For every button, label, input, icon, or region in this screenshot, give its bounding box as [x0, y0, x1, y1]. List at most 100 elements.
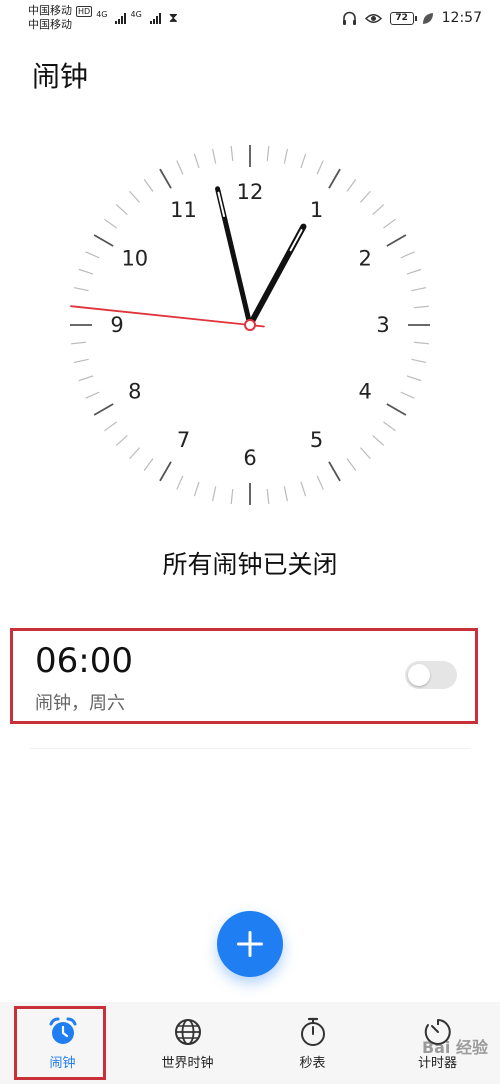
hour-tick [386, 403, 407, 416]
watermark: Bai 经验 [421, 1038, 488, 1057]
minute-tick [193, 153, 200, 169]
minute-tick [70, 341, 86, 345]
clock-center-cap [244, 319, 256, 331]
hourglass-icon: ⧗ [168, 10, 178, 26]
page-title: 闹钟 [32, 60, 89, 93]
analog-clock: 121234567891011 [70, 145, 430, 505]
minute-tick [230, 489, 234, 505]
minute-tick [176, 475, 184, 490]
minute-tick [266, 145, 270, 161]
second-hand [70, 305, 265, 328]
clock-numeral: 4 [358, 380, 371, 404]
clock-numeral: 5 [310, 428, 323, 452]
minute-tick [78, 268, 94, 275]
minute-tick [230, 145, 234, 161]
status-bar: 中国移动 HD 中国移动 4G 4G ⧗ 72 12:57 [0, 0, 500, 36]
active-tab-highlight [14, 1006, 106, 1080]
minute-tick [283, 486, 289, 502]
minute-tick [266, 489, 270, 505]
carrier-1: 中国移动 [28, 4, 72, 17]
alarm-time: 06:00 [35, 641, 133, 681]
minute-tick [359, 190, 371, 203]
minute-tick [85, 251, 100, 259]
minute-tick [104, 218, 117, 229]
signal-icon-1 [115, 12, 127, 24]
hour-hand-marker [289, 229, 303, 252]
minute-tick [406, 268, 422, 275]
minute-tick [300, 481, 307, 497]
hd-badge: HD [76, 5, 93, 17]
minute-tick [372, 434, 385, 446]
toggle-knob [408, 664, 430, 686]
status-right: 72 12:57 [342, 10, 482, 26]
signal-icon-2 [149, 12, 161, 24]
leaf-icon [422, 12, 433, 24]
minute-tick [316, 475, 324, 490]
alarm-item[interactable]: 06:00 闹钟，周六 [10, 628, 478, 724]
clock-numeral: 8 [128, 380, 141, 404]
minute-tick [359, 447, 371, 460]
minute-tick [346, 179, 357, 192]
minute-tick [414, 341, 430, 345]
plus-icon [237, 931, 263, 957]
minute-tick [211, 148, 217, 164]
hour-tick [328, 168, 341, 189]
alarm-description: 闹钟，周六 [35, 693, 125, 714]
clock-numeral: 2 [358, 247, 371, 271]
carrier-info: 中国移动 HD 中国移动 [28, 4, 93, 32]
eye-icon [364, 13, 382, 23]
clock-numeral: 10 [121, 247, 148, 271]
hour-tick [93, 234, 114, 247]
clock-numeral: 11 [170, 198, 197, 222]
clock-numeral: 12 [237, 180, 264, 204]
status-left: 中国移动 HD 中国移动 4G 4G ⧗ [28, 4, 178, 32]
minute-tick [411, 358, 427, 364]
minute-tick [383, 218, 396, 229]
carrier-2: 中国移动 [28, 18, 72, 31]
headphones-icon [342, 11, 356, 25]
minute-tick [346, 458, 357, 471]
hour-tick [159, 168, 172, 189]
minute-tick [283, 148, 289, 164]
minute-tick [143, 458, 154, 471]
minute-tick [414, 305, 430, 309]
minute-tick [129, 447, 141, 460]
minute-tick [383, 421, 396, 432]
minute-tick [115, 434, 128, 446]
stopwatch-icon [300, 1017, 325, 1046]
clock-numeral: 9 [110, 313, 123, 337]
clock-numeral: 6 [243, 446, 256, 470]
list-divider [30, 748, 470, 749]
minute-tick [176, 160, 184, 175]
minute-tick [411, 286, 427, 292]
minute-tick [73, 286, 89, 292]
add-alarm-button[interactable] [217, 911, 283, 977]
nav-label-stopwatch: 秒表 [299, 1055, 326, 1071]
minute-tick [73, 358, 89, 364]
globe-icon [174, 1018, 201, 1045]
clock-numeral: 7 [177, 428, 190, 452]
minute-tick [104, 421, 117, 432]
minute-tick [85, 391, 100, 399]
minute-tick [406, 375, 422, 382]
minute-tick [129, 190, 141, 203]
alarm-status-message: 所有闹钟已关闭 [162, 550, 338, 579]
nav-label-world-clock: 世界时钟 [161, 1055, 214, 1071]
alarm-toggle[interactable] [405, 661, 457, 689]
minute-tick [400, 391, 415, 399]
nav-tab-stopwatch[interactable]: 秒表 [250, 1002, 375, 1084]
hour-tick [159, 461, 172, 482]
nav-tab-world-clock[interactable]: 世界时钟 [125, 1002, 250, 1084]
hour-tick [93, 403, 114, 416]
minute-tick [400, 251, 415, 259]
hour-tick [386, 234, 407, 247]
minute-tick [78, 375, 94, 382]
clock-numeral: 3 [376, 313, 389, 337]
minute-tick [372, 204, 385, 216]
minute-tick [193, 481, 200, 497]
clock-numeral: 1 [310, 198, 323, 222]
battery-icon: 72 [389, 11, 417, 25]
network-type-1: 4G [96, 10, 108, 19]
network-type-2: 4G [130, 10, 142, 19]
minute-tick [211, 486, 217, 502]
